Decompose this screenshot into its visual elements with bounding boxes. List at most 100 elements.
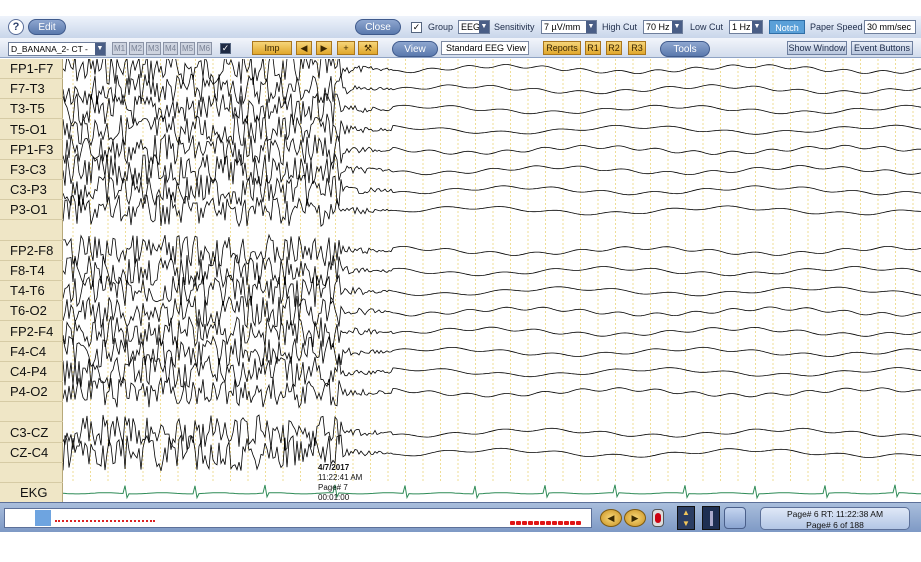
annotation-time: 11:22:41 AM xyxy=(318,473,363,482)
trace-f4-c4 xyxy=(63,335,921,369)
m6-button[interactable]: M6 xyxy=(197,42,212,55)
group-label: Group xyxy=(428,22,454,32)
timeline-event-mark[interactable] xyxy=(564,521,569,525)
question-icon[interactable]: ? xyxy=(8,19,24,35)
channel-label-p4-o2: P4-O2 xyxy=(0,382,63,403)
m3-button[interactable]: M3 xyxy=(146,42,161,55)
timeline-event-mark[interactable] xyxy=(510,521,515,525)
trace-t3-t5 xyxy=(63,92,921,127)
chevron-down-icon: ▼ xyxy=(95,43,105,55)
trace-f3-c3 xyxy=(63,152,921,187)
timeline-cursor[interactable] xyxy=(35,510,51,526)
prev-arrow-icon[interactable]: ◀ xyxy=(296,41,312,55)
high-cut-label: High Cut xyxy=(602,22,638,32)
edit-button[interactable]: Edit xyxy=(28,19,66,35)
eeg-viewer-app: ? Edit Close ✓ Group EEG ▼ Sensitivity 7 … xyxy=(0,0,921,532)
trace-p3-o1 xyxy=(63,194,921,228)
speed-slider-icon[interactable] xyxy=(702,506,720,530)
trace-ekg xyxy=(63,484,921,500)
channel-label-p3-o1: P3-O1 xyxy=(0,200,63,221)
channel-label-f4-c4: F4-C4 xyxy=(0,342,63,362)
page-forward-icon[interactable]: ▶ xyxy=(624,509,646,527)
m1-button[interactable]: M1 xyxy=(112,42,127,55)
timeline-event-mark[interactable] xyxy=(570,521,575,525)
timeline-event-mark[interactable] xyxy=(576,521,581,525)
channel-label-c4-p4: C4-P4 xyxy=(0,362,63,382)
view-select[interactable]: Standard EEG View xyxy=(441,41,529,55)
timeline-event-mark[interactable] xyxy=(516,521,521,525)
m2-button[interactable]: M2 xyxy=(129,42,144,55)
window-icon[interactable] xyxy=(724,507,746,529)
timeline-marks xyxy=(55,520,155,522)
timeline-event-mark[interactable] xyxy=(528,521,533,525)
channel-label-f8-t4: F8-T4 xyxy=(0,261,63,281)
chevron-down-icon: ▼ xyxy=(479,21,489,33)
add-event-icon[interactable]: + xyxy=(337,41,355,55)
reports-button[interactable]: Reports xyxy=(543,41,581,55)
montage-checkbox[interactable]: ✓ xyxy=(220,43,231,54)
trace-fp1-f3 xyxy=(63,133,921,167)
channel-label-fp2-f4: FP2-F4 xyxy=(0,322,63,342)
annotation-page: Page# 7 xyxy=(318,483,348,492)
channel-label-blank xyxy=(0,402,63,423)
timeline-event-mark[interactable] xyxy=(546,521,551,525)
channel-labels: FP1-F7 F7-T3 T3-T5 T5-O1 FP1-F3 F3-C3 C3-P3 P3-… xyxy=(0,59,63,502)
timeline-event-mark[interactable] xyxy=(552,521,557,525)
trace-p4-o2 xyxy=(63,376,921,409)
next-arrow-icon[interactable]: ▶ xyxy=(316,41,332,55)
group-value: EEG xyxy=(461,22,481,32)
event-buttons-button[interactable]: Event Buttons xyxy=(851,41,913,55)
montage-select[interactable]: D_BANANA_2- CT - ▼ xyxy=(8,42,106,56)
notch-button[interactable]: Notch xyxy=(769,20,805,34)
tools-button[interactable]: Tools xyxy=(660,41,710,57)
paper-speed-select[interactable]: 30 mm/sec xyxy=(864,20,916,34)
annotation-date: 4/7/2017 xyxy=(318,463,350,472)
show-window-button[interactable]: Show Window xyxy=(787,41,847,55)
sensitivity-select[interactable]: 7 µV/mm ▼ xyxy=(541,20,597,34)
eeg-traces xyxy=(63,59,921,500)
close-button[interactable]: Close xyxy=(355,19,401,35)
trace-fp2-f8 xyxy=(63,233,921,267)
imp-button[interactable]: Imp xyxy=(252,41,292,55)
channel-label-f3-c3: F3-C3 xyxy=(0,160,63,180)
low-cut-select[interactable]: 1 Hz ▼ xyxy=(729,20,763,34)
trace-f7-t3 xyxy=(63,73,921,106)
page-status: Page# 6 RT: 11:22:38 AM Page# 6 of 188 xyxy=(760,507,910,530)
r1-button[interactable]: R1 xyxy=(585,41,601,55)
channel-label-fp1-f3: FP1-F3 xyxy=(0,140,63,160)
eeg-display[interactable]: FP1-F7 F7-T3 T3-T5 T5-O1 FP1-F3 F3-C3 C3-P3 P3-… xyxy=(0,59,921,502)
m5-button[interactable]: M5 xyxy=(180,42,195,55)
r3-button[interactable]: R3 xyxy=(628,41,646,55)
chevron-down-icon: ▼ xyxy=(672,21,682,33)
sensitivity-label: Sensitivity xyxy=(494,22,535,32)
r2-button[interactable]: R2 xyxy=(606,41,622,55)
low-cut-value: 1 Hz xyxy=(732,22,751,32)
chevron-down-icon: ▼ xyxy=(752,21,762,33)
channel-label-f7-t3: F7-T3 xyxy=(0,79,63,100)
timeline-event-mark[interactable] xyxy=(534,521,539,525)
channel-label-t6-o2: T6-O2 xyxy=(0,301,63,322)
page-step-icon[interactable]: ▲ ▼ xyxy=(677,506,695,530)
page-back-icon[interactable]: ◀ xyxy=(600,509,622,527)
sensitivity-value: 7 µV/mm xyxy=(544,22,581,32)
high-cut-select[interactable]: 70 Hz ▼ xyxy=(643,20,683,34)
m4-button[interactable]: M4 xyxy=(163,42,178,55)
timeline-event-mark[interactable] xyxy=(540,521,545,525)
record-icon[interactable] xyxy=(652,509,664,527)
channel-label-blank xyxy=(0,221,63,241)
page-timeline[interactable] xyxy=(4,508,592,528)
channel-label-cz-c4: CZ-C4 xyxy=(0,443,63,463)
group-select[interactable]: EEG ▼ xyxy=(458,20,490,34)
channel-label-fp1-f7: FP1-F7 xyxy=(0,59,63,79)
timeline-event-mark[interactable] xyxy=(558,521,563,525)
measure-icon[interactable]: ⚒ xyxy=(358,41,378,55)
montage-value: D_BANANA_2- CT - xyxy=(11,44,88,54)
group-checkbox[interactable]: ✓ xyxy=(411,22,422,33)
view-button[interactable]: View xyxy=(392,41,438,57)
paper-speed-label: Paper Speed xyxy=(810,22,863,32)
trace-t4-t6 xyxy=(63,273,921,308)
timeline-event-mark[interactable] xyxy=(522,521,527,525)
page-rt-text: Page# 6 RT: 11:22:38 AM xyxy=(786,509,884,519)
channel-label-t5-o1: T5-O1 xyxy=(0,120,63,140)
page-of-text: Page# 6 of 188 xyxy=(806,520,864,530)
